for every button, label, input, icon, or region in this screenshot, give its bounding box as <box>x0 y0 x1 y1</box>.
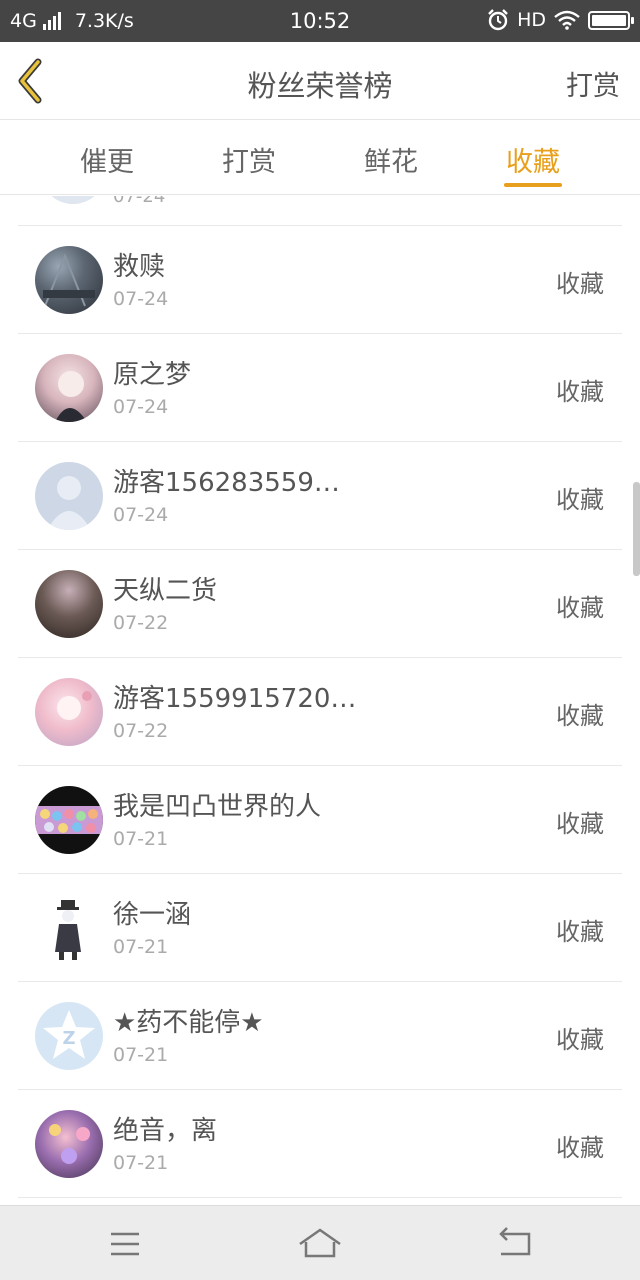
app-header: 粉丝荣誉榜 打赏 <box>0 42 640 120</box>
item-name: 救赎 <box>113 252 166 282</box>
item-action: 收藏 <box>556 378 604 406</box>
page-title: 粉丝荣誉榜 <box>247 69 393 103</box>
list-item-partial[interactable]: 07-24 <box>18 196 622 226</box>
svg-text:Z: Z <box>62 1028 75 1049</box>
item-name: 游客1559915720… <box>113 684 357 714</box>
item-action: 收藏 <box>556 270 604 298</box>
avatar <box>35 246 103 314</box>
tab-flowers[interactable]: 鲜花 <box>331 140 451 179</box>
home-icon <box>299 1228 341 1258</box>
tab-reward[interactable]: 打赏 <box>189 140 309 179</box>
list-item[interactable]: Z ★药不能停★ 07-21 收藏 <box>18 982 622 1090</box>
item-action: 收藏 <box>556 1134 604 1162</box>
list-item[interactable]: 我是凹凸世界的人 07-21 收藏 <box>18 766 622 874</box>
fan-list[interactable]: 07-24 救赎 07-24 收藏 原之梦 07-24 收藏 游客1562835… <box>0 196 640 1205</box>
hd-label: HD <box>517 9 546 31</box>
item-date: 07-24 <box>113 288 169 310</box>
item-date: 07-24 <box>113 396 169 418</box>
battery-level <box>592 14 626 26</box>
item-date: 07-21 <box>113 828 169 850</box>
item-action: 收藏 <box>556 486 604 514</box>
item-name: 绝音，离 <box>113 1116 218 1146</box>
item-date: 07-21 <box>113 1044 169 1066</box>
list-item[interactable]: 游客156283559… 07-24 收藏 <box>18 442 622 550</box>
menu-button[interactable] <box>95 1224 155 1264</box>
status-bar: 4G 7.3K/s 10:52 HD <box>0 0 640 42</box>
item-date: 07-21 <box>113 936 169 958</box>
item-name: 天纵二货 <box>113 576 218 606</box>
home-button[interactable] <box>290 1224 350 1264</box>
avatar <box>35 786 103 854</box>
item-date: 07-24 <box>113 504 169 526</box>
avatar <box>40 196 106 204</box>
avatar <box>35 570 103 638</box>
item-action: 收藏 <box>556 810 604 838</box>
item-action: 收藏 <box>556 918 604 946</box>
item-action: 收藏 <box>556 594 604 622</box>
list-item[interactable]: 原之梦 07-24 收藏 <box>18 334 622 442</box>
avatar <box>35 678 103 746</box>
qq-logo-avatar: Z <box>35 1002 103 1070</box>
list-item[interactable]: 救赎 07-24 收藏 <box>18 226 622 334</box>
back-icon <box>499 1227 531 1256</box>
item-date: 07-22 <box>113 720 169 742</box>
list-item[interactable]: 游客1559915720… 07-22 收藏 <box>18 658 622 766</box>
tab-favorites[interactable]: 收藏 <box>473 140 593 179</box>
item-name: ★药不能停★ <box>113 1008 264 1038</box>
list-item[interactable]: 绝音，离 07-21 收藏 <box>18 1090 622 1198</box>
item-date: 07-22 <box>113 612 169 634</box>
system-nav-bar <box>0 1205 640 1280</box>
item-action: 收藏 <box>556 1026 604 1054</box>
active-tab-indicator <box>504 183 562 187</box>
default-user-avatar <box>35 462 103 530</box>
item-name: 游客156283559… <box>113 468 340 498</box>
list-item[interactable]: 天纵二货 07-22 收藏 <box>18 550 622 658</box>
item-action: 收藏 <box>556 702 604 730</box>
avatar <box>35 1110 103 1178</box>
avatar <box>35 354 103 422</box>
list-item[interactable]: 徐一涵 07-21 收藏 <box>18 874 622 982</box>
reward-button[interactable]: 打赏 <box>566 64 620 103</box>
avatar <box>35 894 103 962</box>
menu-icon <box>111 1232 139 1256</box>
tab-urge[interactable]: 催更 <box>47 140 167 179</box>
scrollbar[interactable] <box>633 482 640 576</box>
wifi-icon <box>554 10 580 30</box>
tab-bar: 催更 打赏 鲜花 收藏 <box>0 121 640 195</box>
battery-icon <box>588 10 634 30</box>
status-right: HD <box>487 9 634 31</box>
item-name: 我是凹凸世界的人 <box>113 792 322 822</box>
alarm-icon <box>488 9 508 31</box>
item-date: 07-24 <box>113 196 166 207</box>
item-name: 原之梦 <box>113 360 192 390</box>
item-name: 徐一涵 <box>113 900 192 930</box>
back-nav-button[interactable] <box>485 1224 545 1264</box>
item-date: 07-21 <box>113 1152 169 1174</box>
